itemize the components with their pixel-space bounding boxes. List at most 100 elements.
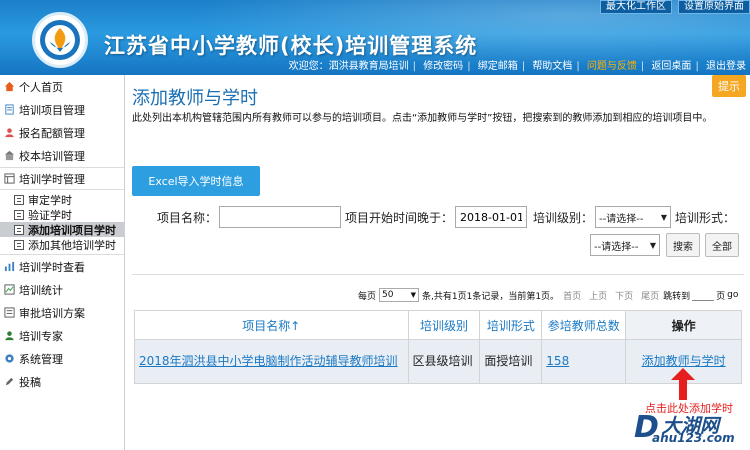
subitem-label: 添加培训项目学时 xyxy=(28,223,116,237)
col-header-action: 操作 xyxy=(625,310,742,340)
teacher-count-link[interactable]: 158 xyxy=(546,354,569,368)
col-header-form: 培训形式 xyxy=(479,310,543,340)
page-unit-label: 页 xyxy=(716,291,726,302)
sidebar-item-submit[interactable]: 投稿 xyxy=(0,370,124,393)
sidebar-item-experts[interactable]: 培训专家 xyxy=(0,324,124,347)
chart-icon xyxy=(4,261,15,272)
goto-button[interactable]: go xyxy=(727,290,738,300)
per-page-label: 每页 xyxy=(358,291,377,302)
sidebar-item-label: 投稿 xyxy=(19,375,41,389)
sidebar-item-label: 校本培训管理 xyxy=(19,149,85,163)
sidebar-item-label: 培训学时管理 xyxy=(19,172,85,186)
bind-email-link[interactable]: 绑定邮箱 xyxy=(476,61,520,72)
approve-icon xyxy=(4,307,15,318)
form-select[interactable]: --请选择-- ▼ xyxy=(590,234,660,256)
page-title: 添加教师与学时 xyxy=(132,88,258,109)
subitem-add-project-hours[interactable]: 添加培训项目学时 xyxy=(0,222,124,237)
sidebar-item-label: 审批培训方案 xyxy=(19,306,85,320)
help-docs-link[interactable]: 帮助文档 xyxy=(530,61,574,72)
project-name-input[interactable] xyxy=(219,206,342,228)
maximize-workspace-link[interactable]: 最大化工作区 xyxy=(600,0,672,14)
tip-button[interactable]: 提示 xyxy=(712,75,746,97)
search-button[interactable]: 搜索 xyxy=(666,233,700,257)
filter-row: 项目名称： 项目开始时间晚于： 培训级别： --请选择-- ▼ 培训形式： xyxy=(157,206,735,228)
sidebar-submenu: 审定学时 验证学时 添加培训项目学时 添加其他培训学时 xyxy=(0,190,124,255)
subitem-label: 验证学时 xyxy=(28,208,72,222)
sidebar-item-school-training[interactable]: 校本培训管理 xyxy=(0,144,124,167)
start-after-label: 项目开始时间晚于： xyxy=(345,210,454,225)
next-page-link[interactable]: 下页 xyxy=(615,289,633,302)
table-icon xyxy=(4,173,15,184)
stats-icon xyxy=(4,284,15,295)
dropdown-caret-icon: ▼ xyxy=(649,240,656,250)
per-page-value: 50 xyxy=(382,290,394,300)
filter-row-2: --请选择-- ▼ 搜索 全部 xyxy=(590,233,739,257)
section-divider xyxy=(132,274,744,275)
main-content: 添加教师与学时 提示 此处列出本机构管辖范围内所有教师可以参与的培训项目。点击“… xyxy=(126,75,750,450)
sidebar-item-hours-view[interactable]: 培训学时查看 xyxy=(0,255,124,278)
subitem-label: 审定学时 xyxy=(28,193,72,207)
level-label: 培训级别： xyxy=(533,210,594,225)
sidebar-item-system[interactable]: 系统管理 xyxy=(0,347,124,370)
dropdown-caret-icon: ▼ xyxy=(410,291,417,299)
page-icon xyxy=(14,239,24,250)
change-password-link[interactable]: 修改密码 xyxy=(421,61,465,72)
sidebar-item-hours[interactable]: 培训学时管理 xyxy=(0,167,124,190)
subitem-add-other-hours[interactable]: 添加其他培训学时 xyxy=(0,237,124,252)
table-header-row: 项目名称↑ 培训级别 培训形式 参培教师总数 操作 xyxy=(134,310,742,340)
page-icon xyxy=(14,224,24,235)
back-to-desktop-link[interactable]: 返回桌面 xyxy=(649,61,693,72)
logout-link[interactable]: 退出登录 xyxy=(704,61,748,72)
subitem-approve-hours[interactable]: 审定学时 xyxy=(0,192,124,207)
goto-label: 跳转到 xyxy=(663,291,691,302)
form-select-value: --请选择-- xyxy=(594,241,639,253)
reset-layout-link[interactable]: 设置原始界面 xyxy=(678,0,750,14)
first-page-link[interactable]: 首页 xyxy=(563,289,581,302)
feedback-link[interactable]: 问题与反馈 xyxy=(585,61,639,72)
subitem-verify-hours[interactable]: 验证学时 xyxy=(0,207,124,222)
red-arrow-icon xyxy=(671,368,695,400)
sidebar-item-label: 培训专家 xyxy=(19,329,63,343)
sidebar-item-label: 培训项目管理 xyxy=(19,103,85,117)
level-select-value: --请选择-- xyxy=(599,213,644,225)
start-date-input[interactable] xyxy=(455,206,528,228)
watermark-domain: ahu123.com xyxy=(652,431,735,445)
user-icon xyxy=(5,128,14,138)
col-header-teacher-count: 参培教师总数 xyxy=(541,310,627,340)
expert-icon xyxy=(5,331,14,341)
col-header-project-name[interactable]: 项目名称↑ xyxy=(134,310,409,340)
pagination-summary: 条,共有1页1条记录，当前第1页。 xyxy=(422,291,560,302)
goto-page-input[interactable] xyxy=(692,289,715,301)
add-teacher-hours-link[interactable]: 添加教师与学时 xyxy=(642,354,726,368)
cell-project-name: 2018年泗洪县中小学电脑制作活动辅导教师培训 xyxy=(134,339,409,384)
school-icon xyxy=(4,150,15,161)
system-logo xyxy=(32,12,88,68)
home-icon xyxy=(4,81,15,92)
sidebar-item-projects[interactable]: 培训项目管理 xyxy=(0,98,124,121)
sidebar-item-label: 报名配额管理 xyxy=(19,126,85,140)
show-all-button[interactable]: 全部 xyxy=(705,233,739,257)
excel-import-button[interactable]: Excel导入学时信息 xyxy=(132,166,260,196)
per-page-select[interactable]: 50 ▼ xyxy=(379,288,420,302)
page-description: 此处列出本机构管辖范围内所有教师可以参与的培训项目。点击“添加教师与学时”按钮，… xyxy=(132,113,713,124)
project-name-link[interactable]: 2018年泗洪县中小学电脑制作活动辅导教师培训 xyxy=(139,354,398,368)
project-name-label: 项目名称： xyxy=(157,210,218,225)
sidebar-item-label: 个人首页 xyxy=(19,80,63,94)
top-links: 最大化工作区 设置原始界面 xyxy=(600,0,750,14)
last-page-link[interactable]: 尾页 xyxy=(641,289,659,302)
sidebar-item-home[interactable]: 个人首页 xyxy=(0,75,124,98)
sidebar-item-approve-plans[interactable]: 审批培训方案 xyxy=(0,301,124,324)
sidebar: 个人首页 培训项目管理 报名配额管理 校本培训管理 培训学时管理 审定学时 验证… xyxy=(0,75,125,450)
level-select[interactable]: --请选择-- ▼ xyxy=(595,206,672,228)
sidebar-item-quota[interactable]: 报名配额管理 xyxy=(0,121,124,144)
sidebar-item-label: 培训统计 xyxy=(19,283,63,297)
cell-teacher-count: 158 xyxy=(541,339,627,384)
app-header: 江苏省中小学教师(校长)培训管理系统 最大化工作区 设置原始界面 欢迎您：泗洪县… xyxy=(0,0,750,75)
prev-page-link[interactable]: 上页 xyxy=(589,289,607,302)
sidebar-item-statistics[interactable]: 培训统计 xyxy=(0,278,124,301)
user-nav: 欢迎您：泗洪县教育局培训 | 修改密码 | 绑定邮箱 | 帮助文档 | 问题与反馈 | 返… xyxy=(288,61,748,72)
cell-level: 区县级培训 xyxy=(407,339,481,384)
subitem-label: 添加其他培训学时 xyxy=(28,238,116,252)
form-label: 培训形式： xyxy=(675,210,736,225)
system-title: 江苏省中小学教师(校长)培训管理系统 xyxy=(104,34,478,58)
